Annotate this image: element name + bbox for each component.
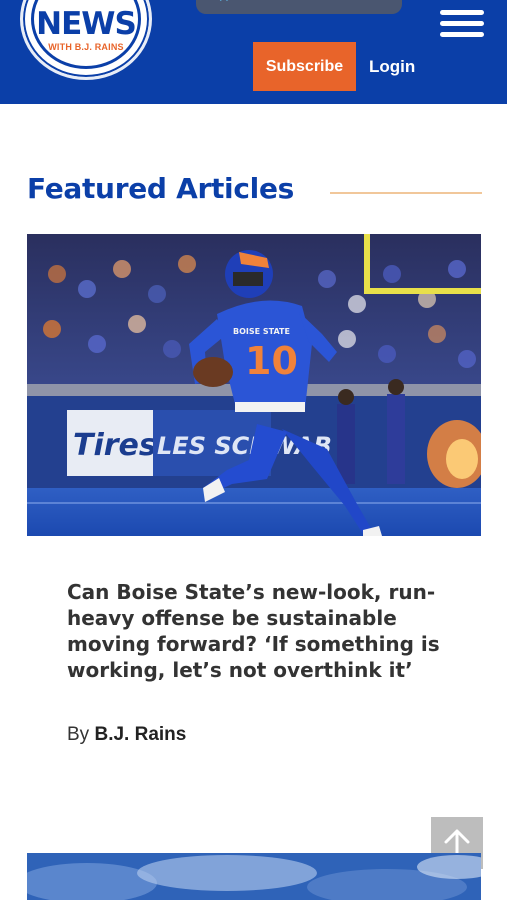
- logo-title: NEWS: [36, 6, 137, 42]
- section-divider: [330, 192, 482, 194]
- next-article-photo: [27, 853, 481, 900]
- sign-text-1: Tires: [73, 428, 157, 463]
- site-logo[interactable]: NEWS WITH B.J. RAINS: [20, 0, 152, 80]
- subscribe-button[interactable]: Subscribe: [253, 42, 356, 91]
- menu-bar: [440, 10, 484, 15]
- header-banner-graphic: ✕: [196, 0, 402, 14]
- article-image[interactable]: Tires LES SCHWAB 10 BOISE STATE: [27, 234, 481, 536]
- menu-bar: [440, 21, 484, 26]
- logo-subtitle: WITH B.J. RAINS: [48, 42, 124, 52]
- section-title: Featured Articles: [27, 172, 294, 205]
- jersey-team: BOISE STATE: [233, 327, 290, 336]
- byline-prefix: By: [67, 724, 90, 745]
- hamburger-menu-icon[interactable]: [438, 8, 486, 38]
- jersey-number: 10: [245, 339, 298, 383]
- login-link[interactable]: Login: [369, 55, 415, 79]
- banner-icon: ✕: [218, 0, 232, 4]
- menu-bar: [440, 32, 484, 37]
- next-article-image[interactable]: [27, 853, 481, 900]
- article-byline: By B.J. Rains: [67, 722, 186, 748]
- article-author[interactable]: B.J. Rains: [94, 724, 186, 745]
- site-header: ✕ NEWS WITH B.J. RAINS Subscribe Login: [0, 0, 507, 104]
- article-photo: Tires LES SCHWAB 10 BOISE STATE: [27, 234, 481, 536]
- article-title[interactable]: Can Boise State’s new-look, run-heavy of…: [67, 579, 467, 683]
